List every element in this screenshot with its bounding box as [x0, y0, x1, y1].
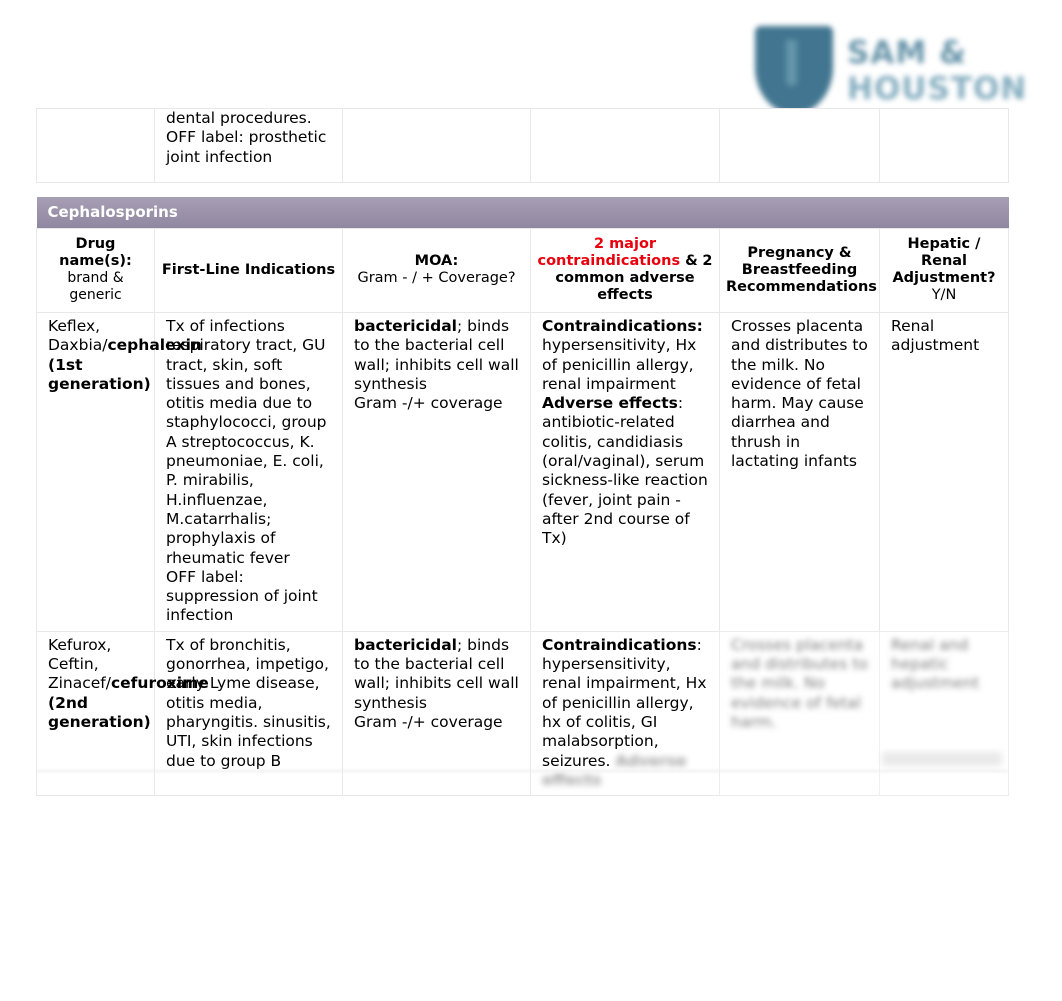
logo-wordmark: SAM & HOUSTON	[847, 34, 1027, 105]
col-header-pregnancy-strong: Pregnancy & Breastfeeding Recommendation…	[726, 244, 877, 295]
moa-gram-coverage: Gram -/+ coverage	[354, 394, 503, 413]
col-header-contra-amp: &	[680, 253, 698, 269]
cell-drug-partial	[36, 108, 155, 183]
cell-adjustment-partial	[879, 108, 1009, 183]
cell-indications: Tx of infections respiratory tract, GU t…	[154, 312, 343, 632]
col-header-moa-sub: Gram - / + Coverage?	[357, 270, 516, 286]
contraindications-label: Contraindications	[542, 635, 697, 654]
col-header-moa-strong: MOA:	[414, 253, 459, 269]
drug-reference-sheet: dental procedures. OFF label: prosthetic…	[36, 108, 1009, 797]
drug-brand-names: Kefurox, Ceftin, Zinacef/	[48, 635, 112, 693]
col-header-indications-strong: First-Line Indications	[161, 261, 336, 278]
adverse-effects-text: : antibiotic-related colitis, candidiasi…	[542, 394, 708, 548]
cell-pregnancy: Crosses placenta and distributes to the …	[719, 312, 880, 632]
logo-line-2: HOUSTON	[847, 70, 1028, 107]
table-bottom-cutoff	[36, 748, 1008, 782]
cutoff-edge-line	[36, 770, 1008, 772]
table-row: Keflex, Daxbia/cephalexin (1st generatio…	[36, 312, 1009, 632]
cell-moa: bactericidal; binds to the bacterial cel…	[342, 312, 531, 632]
contraindications-text: hypersensitivity, Hx of penicillin aller…	[542, 336, 697, 393]
organization-logo: SAM & HOUSTON	[755, 22, 1030, 117]
section-band-cephalosporins: Cephalosporins	[36, 197, 1009, 229]
cell-moa-partial	[342, 108, 531, 183]
col-header-pregnancy: Pregnancy & Breastfeeding Recommendation…	[719, 228, 880, 313]
table-header-row: Drug name(s): brand & generic First-Line…	[36, 228, 1009, 313]
cephalosporins-table: dental procedures. OFF label: prosthetic…	[36, 108, 1009, 797]
cell-pregnancy-partial	[719, 108, 880, 183]
col-header-drug-name-strong: Drug name(s):	[59, 236, 132, 269]
col-header-contra-red: 2 major contraindications	[537, 236, 681, 269]
col-header-drug-name-sub: brand & generic	[67, 270, 124, 303]
table-row-partial: dental procedures. OFF label: prosthetic…	[36, 108, 1009, 183]
col-header-adjustment-sub: Y/N	[931, 287, 957, 303]
moa-class-label: bactericidal	[354, 317, 457, 335]
cell-drug-name: Keflex, Daxbia/cephalexin (1st generatio…	[36, 312, 202, 632]
cell-contraindications: Contraindications: hypersensitivity, Hx …	[530, 312, 720, 632]
cell-indications-partial: dental procedures. OFF label: prosthetic…	[154, 108, 343, 183]
section-band-label: Cephalosporins	[36, 197, 1009, 229]
col-header-adjustment-strong: Hepatic / Renal Adjustment?	[892, 236, 996, 286]
moa-class-label: bactericidal	[354, 635, 457, 654]
table-spacer	[36, 182, 1009, 197]
adverse-effects-label: Adverse effects	[542, 394, 678, 413]
col-header-adjustment: Hepatic / Renal Adjustment? Y/N	[879, 228, 1009, 313]
col-header-contraindications: 2 major contraindications & 2 common adv…	[530, 228, 720, 313]
col-header-moa: MOA: Gram - / + Coverage?	[342, 228, 531, 313]
drug-brand-names: Keflex, Daxbia/	[48, 317, 108, 355]
shield-icon	[755, 25, 833, 114]
cell-contra-partial	[530, 108, 720, 183]
col-header-drug-name: Drug name(s): brand & generic	[36, 228, 155, 313]
contraindications-label: Contraindications:	[542, 317, 703, 335]
cutoff-text-fragment	[882, 752, 1002, 766]
col-header-indications: First-Line Indications	[154, 228, 343, 313]
cell-adjustment: Renal adjustment	[879, 312, 1009, 632]
logo-line-1: SAM &	[847, 34, 967, 71]
moa-gram-coverage: Gram -/+ coverage	[354, 712, 503, 731]
